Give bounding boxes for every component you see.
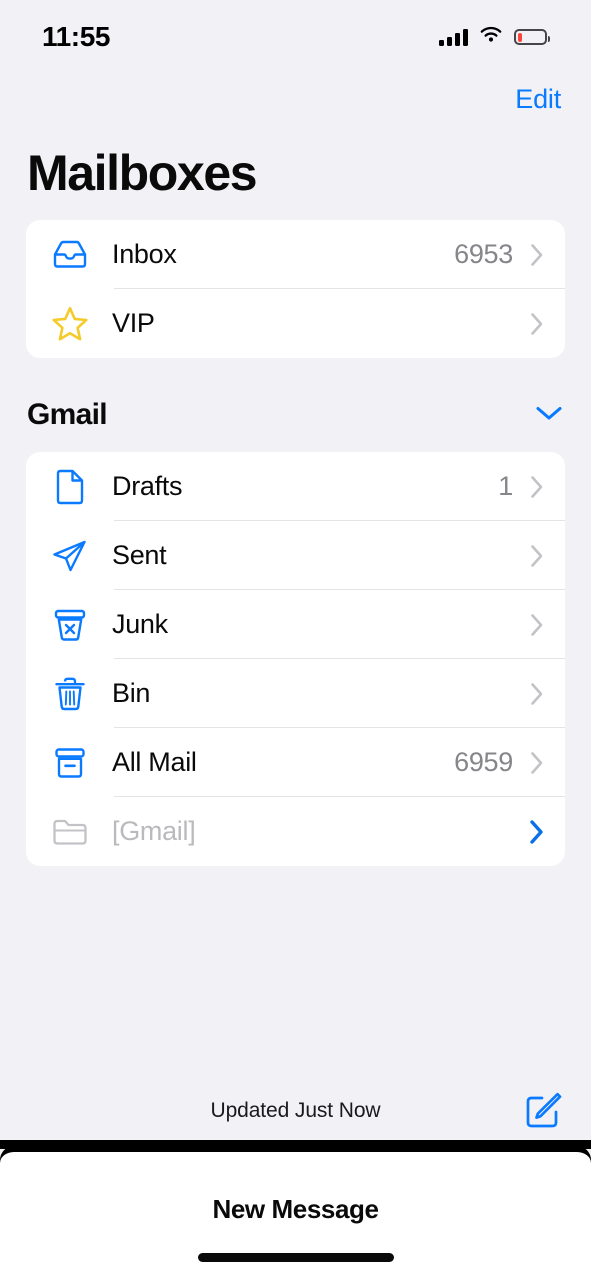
mailbox-count: 1 xyxy=(498,471,513,501)
mailboxes-card: Inbox 6953 VIP xyxy=(26,220,565,358)
mailbox-label: VIP xyxy=(112,308,155,338)
inbox-tray-icon xyxy=(48,235,92,275)
star-icon xyxy=(48,304,92,344)
wifi-icon xyxy=(479,26,503,49)
gmail-section-title: Gmail xyxy=(27,398,108,431)
mailbox-row-bin[interactable]: Bin xyxy=(26,659,565,728)
paper-plane-icon xyxy=(48,536,92,576)
chevron-right-icon xyxy=(529,544,545,568)
chevron-right-icon xyxy=(529,312,545,336)
mailbox-row-junk[interactable]: Junk xyxy=(26,590,565,659)
chevron-right-icon xyxy=(529,819,545,845)
mailbox-count: 6953 xyxy=(454,239,513,269)
chevron-down-icon[interactable] xyxy=(534,403,564,428)
mailbox-label: [Gmail] xyxy=(112,816,196,846)
update-status-text: Updated Just Now xyxy=(210,1099,381,1122)
junk-bin-icon xyxy=(48,605,92,645)
mailbox-row-vip[interactable]: VIP xyxy=(26,289,565,358)
mailbox-label: All Mail xyxy=(112,747,197,777)
gmail-section-header[interactable]: Gmail xyxy=(27,398,564,432)
sheet-top-gap xyxy=(0,1140,591,1149)
gmail-card: Drafts 1 Sent Junk Bin All Mail 6959 [Gm… xyxy=(26,452,565,866)
document-icon xyxy=(48,467,92,507)
chevron-right-icon xyxy=(529,751,545,775)
chevron-right-icon xyxy=(529,682,545,706)
archive-box-icon xyxy=(48,743,92,783)
compose-icon[interactable] xyxy=(523,1091,563,1131)
mailbox-row-inbox[interactable]: Inbox 6953 xyxy=(26,220,565,289)
battery-low-icon xyxy=(514,29,550,45)
mailbox-row-drafts[interactable]: Drafts 1 xyxy=(26,452,565,521)
status-bar-indicators xyxy=(439,20,550,49)
mailbox-count: 6959 xyxy=(454,747,513,777)
mailbox-label: Junk xyxy=(112,609,168,639)
folder-icon xyxy=(48,812,92,852)
mailbox-label: Inbox xyxy=(112,239,177,269)
mailbox-row-gmail-folder[interactable]: [Gmail] xyxy=(26,797,565,866)
new-message-sheet: New Message xyxy=(0,1149,591,1280)
edit-button[interactable]: Edit xyxy=(515,84,561,115)
trash-icon xyxy=(48,674,92,714)
page-title: Mailboxes xyxy=(27,145,258,201)
chevron-right-icon xyxy=(529,475,545,499)
mailbox-label: Sent xyxy=(112,540,167,570)
mailbox-row-all-mail[interactable]: All Mail 6959 xyxy=(26,728,565,797)
mailbox-label: Bin xyxy=(112,678,151,708)
bottom-toolbar: Updated Just Now xyxy=(0,1080,591,1142)
nav-bar: Edit xyxy=(0,68,591,130)
iphone-screen: 11:55 Edit Mailboxes Inbox 6953 VIP Gmai… xyxy=(0,0,591,1280)
chevron-right-icon xyxy=(529,613,545,637)
status-bar: 11:55 xyxy=(0,0,591,68)
sheet-title: New Message xyxy=(212,1194,379,1224)
mailbox-row-sent[interactable]: Sent xyxy=(26,521,565,590)
home-indicator[interactable] xyxy=(197,1253,394,1262)
status-bar-time: 11:55 xyxy=(42,21,111,52)
cellular-bars-icon xyxy=(439,28,468,46)
mailbox-label: Drafts xyxy=(112,471,183,501)
chevron-right-icon xyxy=(529,243,545,267)
